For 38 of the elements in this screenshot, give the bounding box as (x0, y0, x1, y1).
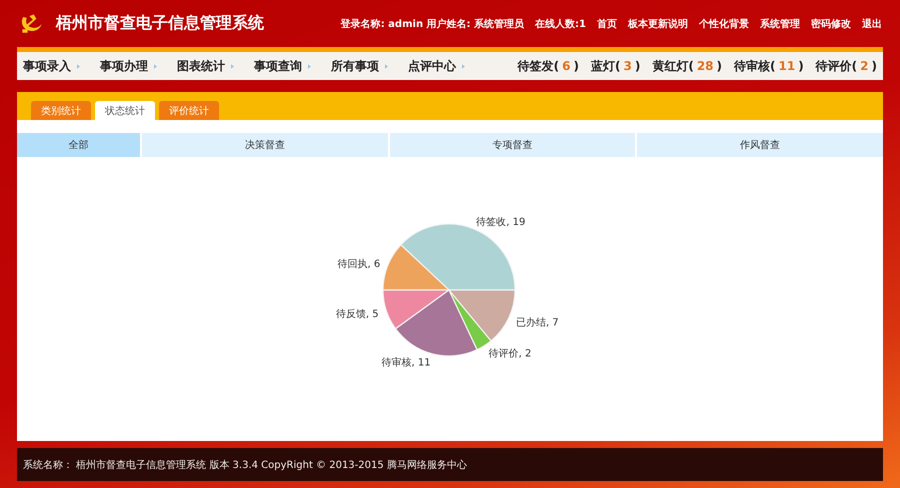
filter-tab[interactable]: 作风督查 (637, 133, 883, 157)
status-counter[interactable]: 蓝灯( 3 ) (591, 58, 640, 74)
menu-item[interactable]: 事项查询 (254, 58, 311, 74)
caret-icon (462, 64, 465, 68)
status-counter[interactable]: 待签发( 6 ) (518, 58, 579, 74)
header-link[interactable]: 个性化背景 (699, 16, 749, 30)
header-link[interactable]: 系统管理 (760, 16, 800, 30)
menu-item[interactable]: 事项办理 (100, 58, 157, 74)
status-counter[interactable]: 待评价( 2 ) (816, 58, 877, 74)
status-counter[interactable]: 黄红灯( 28 ) (652, 58, 722, 74)
slice-label: 待评价, 2 (488, 348, 532, 360)
filter-tab[interactable]: 决策督查 (142, 133, 388, 157)
status-counter[interactable]: 待审核( 11 ) (734, 58, 804, 74)
menu-item[interactable]: 图表统计 (177, 58, 234, 74)
caret-icon (385, 64, 388, 68)
online-count: 在线人数:1 (535, 18, 586, 30)
caret-icon (77, 64, 80, 68)
caret-icon (308, 64, 311, 68)
header-link[interactable]: 密码修改 (811, 16, 851, 30)
header-link[interactable]: 板本更新说明 (628, 16, 688, 30)
tab[interactable]: 状态统计 (95, 101, 155, 120)
slice-label: 待签收, 19 (476, 217, 526, 228)
menu-item[interactable]: 所有事项 (331, 58, 388, 74)
header-link[interactable]: 退出 (862, 16, 882, 30)
menu-item[interactable]: 点评中心 (408, 58, 465, 74)
menu-item[interactable]: 事项录入 (23, 58, 80, 74)
slice-label: 待回执, 6 (337, 258, 380, 270)
slice-label: 待反馈, 5 (336, 308, 379, 320)
footer-text: 系统名称： 梧州市督查电子信息管理系统 版本 3.3.4 CopyRight © 2013-2015 腾马网络服务中心 (23, 458, 467, 472)
slice-label: 已办结, 7 (516, 318, 559, 328)
header-link[interactable]: 首页 (597, 16, 617, 30)
filter-tab[interactable]: 专项督查 (390, 133, 636, 157)
caret-icon (154, 64, 157, 68)
slice-label: 待审核, 11 (382, 358, 431, 369)
filter-tab[interactable]: 全部 (17, 133, 140, 157)
user-info: 登录名称: admin 用户姓名: 系统管理员 (340, 17, 524, 30)
system-title: 梧州市督查电子信息管理系统 (56, 13, 264, 34)
caret-icon (231, 64, 234, 68)
